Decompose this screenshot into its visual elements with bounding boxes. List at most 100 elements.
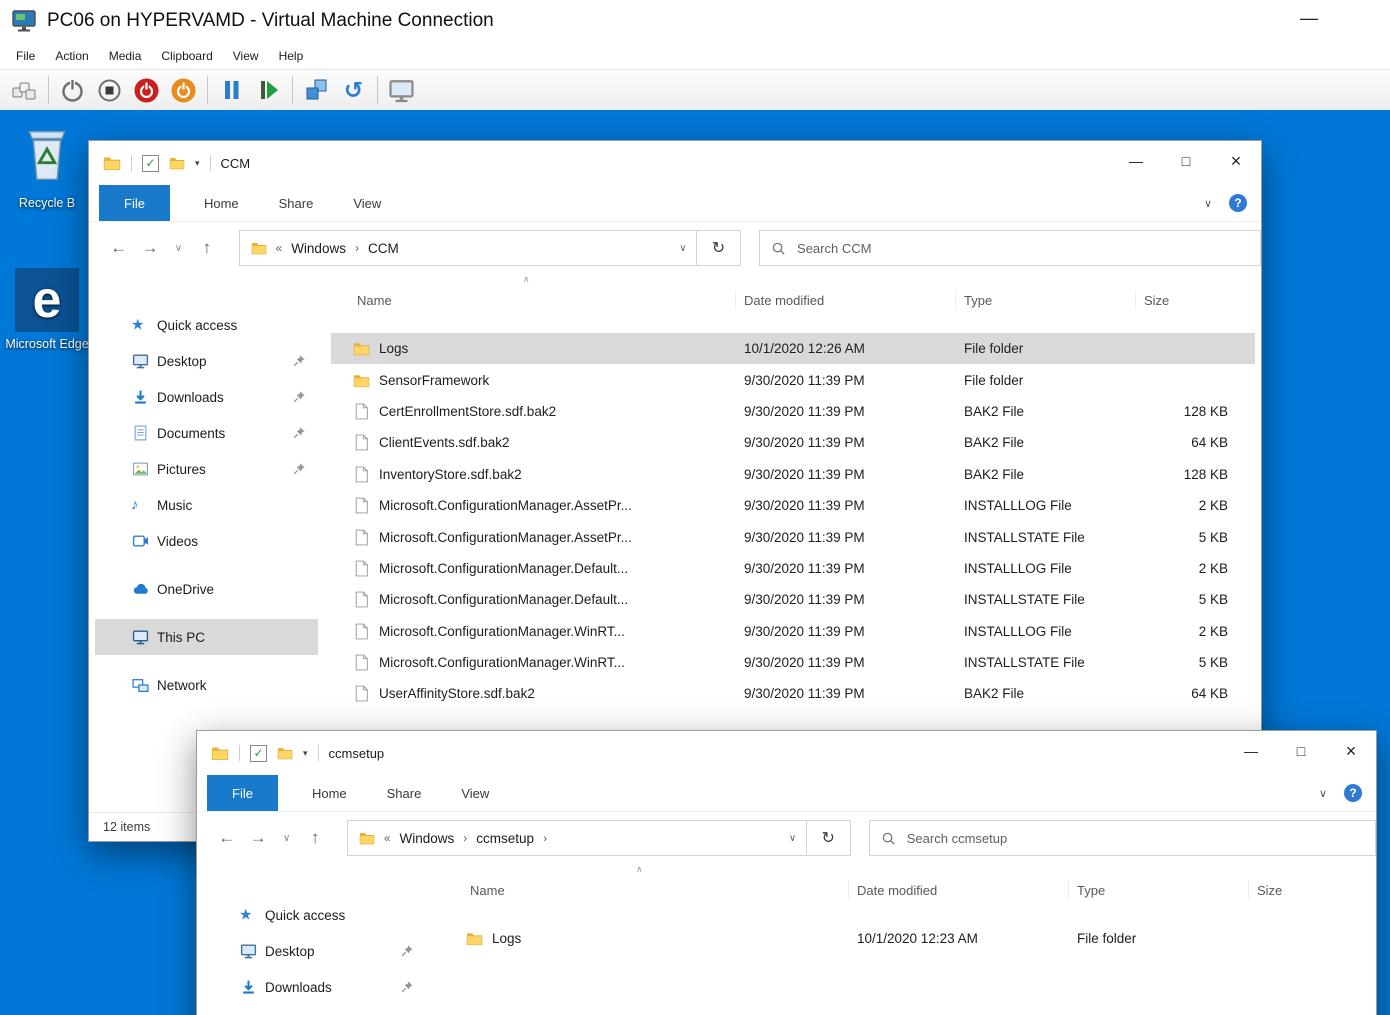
column-header-date[interactable]: Date modified (736, 290, 956, 310)
sidebar-item-videos[interactable]: Videos (95, 523, 318, 559)
ribbon-expand-caret-icon[interactable]: ∨ (1319, 787, 1327, 800)
vm-minimize-button[interactable]: — (1290, 6, 1328, 31)
maximize-button[interactable]: □ (1161, 141, 1211, 181)
stop-vm-button[interactable] (91, 74, 128, 107)
minimize-button[interactable]: — (1226, 731, 1276, 771)
properties-check-icon[interactable]: ✓ (250, 745, 267, 762)
pause-vm-button[interactable] (213, 74, 250, 107)
vm-titlebar[interactable]: PC06 on HYPERVAMD - Virtual Machine Conn… (0, 0, 1390, 42)
file-row-logs[interactable]: Logs 10/1/2020 12:23 AM File folder (444, 923, 1370, 954)
column-header-size[interactable]: Size (1136, 290, 1236, 310)
tab-view[interactable]: View (333, 185, 401, 221)
sidebar-item-music[interactable]: ♪ Music (95, 487, 318, 523)
tab-file[interactable]: File (99, 185, 170, 221)
file-row[interactable]: ClientEvents.sdf.bak2 9/30/2020 11:39 PM… (331, 427, 1255, 458)
sidebar-item-downloads[interactable]: Downloads (95, 379, 318, 415)
up-button[interactable]: ↑ (299, 828, 330, 848)
sidebar-item-pictures[interactable]: Pictures (95, 451, 318, 487)
column-header-size[interactable]: Size (1249, 880, 1349, 900)
desktop-icon-edge[interactable]: e Microsoft Edge (2, 268, 92, 352)
address-bar[interactable]: « Windows › CCM ∨ (239, 230, 697, 266)
qat-customize-caret-icon[interactable]: ▾ (195, 158, 200, 169)
file-row[interactable]: UserAffinityStore.sdf.bak2 9/30/2020 11:… (331, 678, 1255, 709)
breadcrumb-chevron-icon[interactable]: › (463, 831, 467, 845)
menu-clipboard[interactable]: Clipboard (151, 44, 222, 68)
breadcrumb-item-current[interactable]: ccmsetup (476, 831, 534, 846)
column-header-name[interactable]: Name (331, 290, 736, 310)
forward-button[interactable]: → (134, 238, 165, 258)
file-row[interactable]: Microsoft.ConfigurationManager.Default..… (331, 584, 1255, 615)
file-row[interactable]: SensorFramework 9/30/2020 11:39 PM File … (331, 364, 1255, 395)
recent-locations-caret-icon[interactable]: ∨ (166, 243, 191, 254)
breadcrumb-item-current[interactable]: CCM (368, 241, 399, 256)
new-folder-icon[interactable] (169, 155, 185, 171)
refresh-button[interactable]: ↻ (697, 230, 741, 266)
start-vm-button[interactable] (54, 74, 91, 107)
minimize-button[interactable]: — (1111, 141, 1161, 181)
help-button[interactable]: ? (1229, 194, 1247, 212)
sidebar-item-documents[interactable]: Documents (95, 415, 318, 451)
back-button[interactable]: ← (211, 828, 242, 848)
search-input[interactable] (795, 240, 1249, 257)
search-input[interactable] (905, 830, 1364, 847)
enhanced-session-button[interactable] (383, 74, 420, 107)
address-bar[interactable]: « Windows › ccmsetup › ∨ (347, 820, 807, 856)
file-row[interactable]: Microsoft.ConfigurationManager.WinRT... … (331, 647, 1255, 678)
shut-down-button[interactable] (165, 74, 202, 107)
turn-off-button[interactable] (128, 74, 165, 107)
sidebar-item-desktop[interactable]: Desktop (203, 933, 426, 969)
ribbon-expand-caret-icon[interactable]: ∨ (1204, 197, 1212, 210)
tab-file[interactable]: File (207, 775, 278, 811)
close-button[interactable]: × (1211, 141, 1261, 181)
sidebar-item-onedrive[interactable]: OneDrive (95, 571, 318, 607)
breadcrumb-chevron-icon[interactable]: › (355, 241, 359, 255)
resume-vm-button[interactable] (250, 74, 287, 107)
sidebar-item-this-pc[interactable]: This PC (95, 619, 318, 655)
new-folder-icon[interactable] (277, 745, 293, 761)
menu-view[interactable]: View (223, 44, 269, 68)
breadcrumb-item-windows[interactable]: Windows (400, 831, 455, 846)
menu-help[interactable]: Help (269, 44, 314, 68)
search-box[interactable] (759, 230, 1261, 266)
maximize-button[interactable]: □ (1276, 731, 1326, 771)
titlebar[interactable]: ✓ ▾ CCM — □ × (89, 141, 1261, 185)
titlebar[interactable]: ✓ ▾ ccmsetup — □ × (197, 731, 1376, 775)
file-row[interactable]: Microsoft.ConfigurationManager.AssetPr..… (331, 521, 1255, 552)
file-row[interactable]: Microsoft.ConfigurationManager.AssetPr..… (331, 490, 1255, 521)
revert-button[interactable]: ↺ (335, 74, 372, 107)
column-header-type[interactable]: Type (1069, 880, 1249, 900)
address-dropdown-caret-icon[interactable]: ∨ (670, 243, 696, 254)
file-row[interactable]: Microsoft.ConfigurationManager.Default..… (331, 553, 1255, 584)
breadcrumb-chevron-icon[interactable]: › (543, 831, 547, 845)
menu-action[interactable]: Action (45, 44, 98, 68)
search-box[interactable] (869, 820, 1376, 856)
menu-media[interactable]: Media (99, 44, 152, 68)
refresh-button[interactable]: ↻ (807, 820, 851, 856)
ctrl-alt-del-button[interactable] (6, 74, 43, 107)
breadcrumb-item-windows[interactable]: Windows (291, 241, 346, 256)
close-button[interactable]: × (1326, 731, 1376, 771)
column-header-name[interactable]: Name (444, 880, 849, 900)
tab-share[interactable]: Share (259, 185, 334, 221)
column-header-type[interactable]: Type (956, 290, 1136, 310)
file-row[interactable]: InventoryStore.sdf.bak2 9/30/2020 11:39 … (331, 459, 1255, 490)
breadcrumb-overflow-icon[interactable]: « (384, 831, 391, 845)
qat-customize-caret-icon[interactable]: ▾ (303, 748, 308, 759)
file-row[interactable]: Microsoft.ConfigurationManager.WinRT... … (331, 616, 1255, 647)
tab-share[interactable]: Share (367, 775, 442, 811)
desktop-icon-recycle-bin[interactable]: Recycle B (2, 120, 92, 212)
up-button[interactable]: ↑ (191, 238, 222, 258)
sidebar-item-quick-access[interactable]: ★ Quick access (203, 897, 426, 933)
breadcrumb-overflow-icon[interactable]: « (276, 241, 283, 255)
file-row[interactable]: CertEnrollmentStore.sdf.bak2 9/30/2020 1… (331, 396, 1255, 427)
file-row-logs[interactable]: Logs 10/1/2020 12:26 AM File folder (331, 333, 1255, 364)
menu-file[interactable]: File (6, 44, 45, 68)
sidebar-item-desktop[interactable]: Desktop (95, 343, 318, 379)
address-dropdown-caret-icon[interactable]: ∨ (780, 833, 806, 844)
tab-home[interactable]: Home (292, 775, 367, 811)
forward-button[interactable]: → (242, 828, 273, 848)
column-header-date[interactable]: Date modified (849, 880, 1069, 900)
recent-locations-caret-icon[interactable]: ∨ (274, 833, 300, 844)
sidebar-item-downloads[interactable]: Downloads (203, 969, 426, 1005)
properties-check-icon[interactable]: ✓ (142, 155, 159, 172)
